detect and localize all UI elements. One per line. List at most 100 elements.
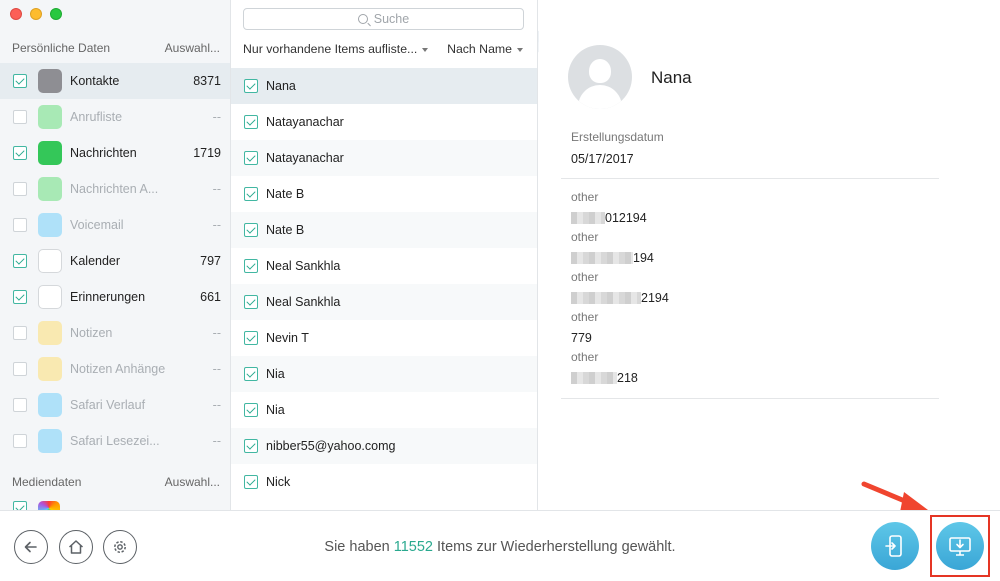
checkbox[interactable]	[13, 146, 27, 160]
contact-name: Neal Sankhla	[266, 295, 341, 309]
sidebar-item-messages[interactable]: Nachrichten 1719	[0, 135, 230, 171]
sidebar-item-reminders[interactable]: Erinnerungen 661	[0, 279, 230, 315]
list-item[interactable]: Nate B	[231, 176, 537, 212]
redacted-digits	[571, 212, 605, 224]
contact-name: Nevin T	[266, 331, 309, 345]
safari-history-icon	[38, 393, 62, 417]
sidebar-item-label: Erinnerungen	[70, 290, 146, 304]
checkbox[interactable]	[244, 475, 258, 489]
list-item[interactable]: Neal Sankhla	[231, 248, 537, 284]
list-item[interactable]: nibber55@yahoo.comg	[231, 428, 537, 464]
checkbox[interactable]	[13, 182, 27, 196]
list-item[interactable]: Nia	[231, 356, 537, 392]
search-placeholder: Suche	[373, 12, 410, 26]
sidebar-item-calendar[interactable]: Kalender 797	[0, 243, 230, 279]
sidebar-item-label: Nachrichten A...	[70, 182, 159, 196]
redacted-digits	[571, 252, 633, 264]
sidebar-item-notes-attachments[interactable]: Notizen Anhänge --	[0, 351, 230, 387]
selection-status: Sie haben 11552 Items zur Wiederherstell…	[0, 539, 1000, 555]
select-all-link[interactable]: Auswahl...	[165, 41, 220, 55]
sidebar-item-voicemail[interactable]: Voicemail --	[0, 207, 230, 243]
sidebar-item-label: Safari Verlauf	[70, 398, 146, 412]
checkbox[interactable]	[13, 362, 27, 376]
checkbox[interactable]	[13, 501, 27, 510]
checkbox[interactable]	[13, 326, 27, 340]
checkbox[interactable]	[13, 74, 27, 88]
photos-icon	[38, 501, 60, 510]
sidebar-item-phone[interactable]: Anrufliste --	[0, 99, 230, 135]
list-item[interactable]: Nate B	[231, 212, 537, 248]
status-prefix: Sie haben	[324, 539, 394, 555]
sidebar-item-label: Nachrichten	[70, 146, 137, 160]
list-item[interactable]: Neal Sankhla	[231, 284, 537, 320]
checkbox[interactable]	[244, 367, 258, 381]
checkbox[interactable]	[244, 223, 258, 237]
phone-digits: 779	[571, 331, 592, 345]
sidebar-item-count: 797	[200, 254, 221, 268]
message-attachments-icon	[38, 177, 62, 201]
checkbox[interactable]	[244, 259, 258, 273]
zoom-window-button[interactable]	[50, 8, 62, 20]
sidebar-item-count: --	[212, 434, 221, 448]
sort-dropdown[interactable]: Nach Name	[447, 42, 523, 56]
recover-to-device-button[interactable]	[871, 522, 919, 570]
sidebar-item-count: 661	[200, 290, 221, 304]
checkbox[interactable]	[244, 403, 258, 417]
sidebar-item-notes[interactable]: Notizen --	[0, 315, 230, 351]
safari-bookmarks-icon	[38, 429, 62, 453]
close-window-button[interactable]	[10, 8, 22, 20]
notes-attachments-icon	[38, 357, 62, 381]
checkbox[interactable]	[244, 295, 258, 309]
checkbox[interactable]	[13, 434, 27, 448]
list-item[interactable]: Nana	[231, 68, 537, 104]
checkbox[interactable]	[244, 187, 258, 201]
sidebar-item-contacts[interactable]: Kontakte 8371	[0, 63, 230, 99]
section-title: Mediendaten	[12, 475, 82, 489]
media-first-item[interactable]	[13, 501, 60, 510]
contact-name: nibber55@yahoo.comg	[266, 439, 396, 453]
checkbox[interactable]	[244, 151, 258, 165]
list-item[interactable]: Nevin T	[231, 320, 537, 356]
checkbox[interactable]	[244, 439, 258, 453]
contact-rows: Nana Natayanachar Natayanachar Nate B Nate B…	[231, 68, 537, 500]
sidebar-item-label: Notizen Anhänge	[70, 362, 166, 376]
redacted-digits	[571, 292, 641, 304]
personal-data-header: Persönliche Daten Auswahl...	[12, 41, 220, 55]
calendar-icon	[38, 249, 62, 273]
phone-label: other	[571, 270, 599, 284]
contact-name: Nick	[266, 475, 291, 489]
window-controls	[10, 8, 62, 20]
list-item[interactable]: Natayanachar	[231, 140, 537, 176]
sidebar-item-count: --	[212, 398, 221, 412]
select-all-link[interactable]: Auswahl...	[165, 475, 220, 489]
sidebar-item-safari-bookmarks[interactable]: Safari Lesezei... --	[0, 423, 230, 459]
sidebar-item-safari-history[interactable]: Safari Verlauf --	[0, 387, 230, 423]
checkbox[interactable]	[13, 218, 27, 232]
checkbox[interactable]	[13, 110, 27, 124]
list-item[interactable]: Natayanachar	[231, 104, 537, 140]
divider	[561, 178, 939, 179]
checkbox[interactable]	[13, 290, 27, 304]
search-input[interactable]: Suche	[243, 8, 524, 30]
sidebar-item-count: 1719	[193, 146, 221, 160]
phone-digits: 2194	[641, 291, 669, 305]
list-item[interactable]: Nick	[231, 464, 537, 500]
phone-label: other	[571, 350, 599, 364]
sidebar-item-count: 8371	[193, 74, 221, 88]
contact-name: Nia	[266, 367, 285, 381]
contacts-icon	[38, 69, 62, 93]
contact-name: Nia	[266, 403, 285, 417]
checkbox[interactable]	[244, 331, 258, 345]
filter-dropdown[interactable]: Nur vorhandene Items aufliste...	[243, 42, 428, 56]
avatar	[568, 45, 632, 109]
checkbox[interactable]	[13, 398, 27, 412]
phone-value: 218	[571, 371, 638, 385]
minimize-window-button[interactable]	[30, 8, 42, 20]
list-item[interactable]: Nia	[231, 392, 537, 428]
category-sidebar: Persönliche Daten Auswahl... Kontakte 837…	[0, 0, 231, 510]
sidebar-item-message-attachments[interactable]: Nachrichten A... --	[0, 171, 230, 207]
phone-label: other	[571, 230, 599, 244]
checkbox[interactable]	[244, 115, 258, 129]
checkbox[interactable]	[13, 254, 27, 268]
checkbox[interactable]	[244, 79, 258, 93]
